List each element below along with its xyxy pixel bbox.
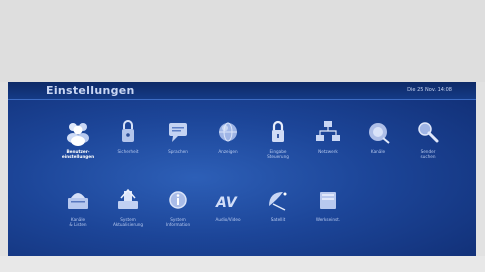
reset-icon bbox=[320, 192, 336, 209]
datetime-label: Die 25 Nov. 14:08 bbox=[407, 87, 452, 93]
tile-label: Sprachen bbox=[168, 149, 188, 154]
dish-icon bbox=[269, 192, 287, 211]
tile-label: Satellit bbox=[270, 217, 286, 222]
tile-label: System Information bbox=[165, 217, 191, 227]
tile-channel-lists[interactable]: Kanäle & Listen bbox=[52, 186, 104, 242]
page-title: Einstellungen bbox=[46, 84, 135, 97]
tile-factory-reset[interactable]: Werkseinst. bbox=[302, 186, 354, 242]
magnifier-icon bbox=[418, 122, 439, 143]
network-icon bbox=[316, 121, 340, 141]
tile-label: Eingabe Steuerung bbox=[267, 149, 289, 159]
tile-network[interactable]: Netzwerk bbox=[302, 118, 354, 174]
tile-label: Benutzer- einstellungen bbox=[61, 149, 95, 159]
top-letterbox bbox=[0, 0, 485, 82]
tile-label: Kanäle & Listen bbox=[69, 217, 87, 227]
padlock-icon bbox=[272, 120, 284, 142]
tile-display[interactable]: Anzeigen bbox=[202, 118, 254, 174]
tile-label: Sender suchen bbox=[420, 149, 436, 159]
people-icon bbox=[67, 123, 89, 146]
tile-languages[interactable]: Sprachen bbox=[152, 118, 204, 174]
tile-label: Netzwerk bbox=[318, 149, 338, 154]
tile-input-control[interactable]: Eingabe Steuerung bbox=[252, 118, 304, 174]
folders-icon bbox=[68, 193, 88, 209]
tile-security[interactable]: Sicherheit bbox=[102, 118, 154, 174]
globe-icon bbox=[219, 122, 237, 142]
lock-icon bbox=[122, 120, 134, 142]
tile-audio-video[interactable]: AV Audio/Video bbox=[202, 186, 254, 242]
bottom-letterbox bbox=[0, 256, 485, 272]
tile-satellite[interactable]: Satellit bbox=[252, 186, 304, 242]
svg-text:AV: AV bbox=[215, 195, 238, 211]
tile-channel-search[interactable]: Sender suchen bbox=[402, 118, 454, 174]
av-icon: AV bbox=[215, 195, 238, 211]
update-icon bbox=[118, 188, 138, 209]
info-icon bbox=[169, 191, 187, 209]
tile-user-settings[interactable]: Benutzer- einstellungen bbox=[52, 118, 104, 174]
header-bar: Einstellungen Die 25 Nov. 14:08 bbox=[8, 82, 476, 100]
tile-system-information[interactable]: System Information bbox=[152, 186, 204, 242]
tile-label: Anzeigen bbox=[218, 149, 238, 154]
tile-label: System Aktualisierung bbox=[112, 217, 144, 227]
tile-label: Kanäle bbox=[370, 149, 386, 154]
tile-label: Sicherheit bbox=[117, 149, 139, 154]
tile-system-update[interactable]: System Aktualisierung bbox=[102, 186, 154, 242]
speech-icon bbox=[169, 123, 187, 142]
tile-label: Werkseinst. bbox=[315, 217, 341, 222]
tile-channels[interactable]: Kanäle bbox=[352, 118, 404, 174]
satellite-icon bbox=[369, 123, 390, 144]
settings-panel: Einstellungen Die 25 Nov. 14:08 Benutzer… bbox=[8, 82, 476, 256]
tile-label: Audio/Video bbox=[215, 217, 241, 222]
